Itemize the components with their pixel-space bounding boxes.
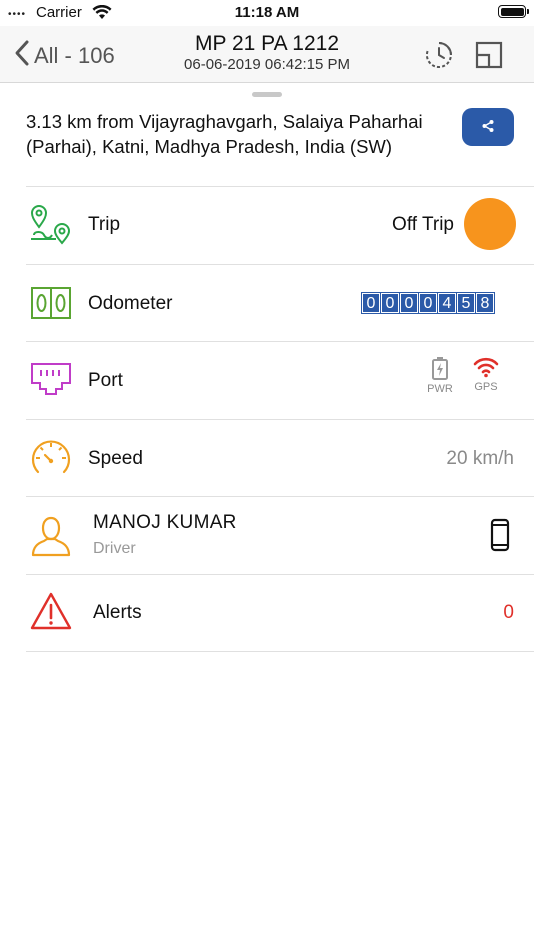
last-update-time: 06-06-2019 06:42:15 PM (184, 56, 350, 73)
trip-label: Trip (88, 214, 121, 235)
share-button[interactable] (462, 108, 514, 146)
driver-person-icon (30, 515, 72, 557)
pwr-label: PWR (427, 383, 453, 395)
pwr-indicator: PWR (420, 356, 460, 395)
odometer-digit: 0 (381, 293, 399, 313)
odometer-digit: 5 (457, 293, 475, 313)
divider (26, 651, 534, 652)
battery-icon (498, 5, 529, 18)
speedometer-icon (30, 438, 72, 480)
battery-charging-icon (431, 357, 449, 383)
drag-handle[interactable] (252, 92, 282, 97)
alerts-count: 0 (503, 602, 514, 623)
back-label: All - 106 (34, 42, 115, 68)
nav-bar: All - 106 MP 21 PA 1212 06-06-2019 06:42… (0, 26, 534, 83)
alerts-label: Alerts (93, 602, 142, 623)
phone-call-icon[interactable] (490, 518, 510, 557)
vehicle-number: MP 21 PA 1212 (195, 32, 339, 55)
ethernet-port-icon (30, 361, 72, 403)
trip-status-indicator[interactable] (464, 198, 516, 250)
driver-role: Driver (93, 540, 136, 557)
trip-row[interactable]: Trip Off Trip (0, 187, 534, 263)
odometer-digit: 8 (476, 293, 494, 313)
gps-label: GPS (474, 381, 498, 393)
odometer-label: Odometer (88, 293, 173, 314)
trip-status: Off Trip (392, 214, 454, 235)
odometer-digit: 0 (400, 293, 418, 313)
odometer-digit: 0 (362, 293, 380, 313)
odometer-reading: 0 0 0 0 4 5 8 (361, 292, 495, 314)
odometer-digit: 4 (438, 293, 456, 313)
location-address: 3.13 km from Vijayraghavgarh, Salaiya Pa… (26, 111, 423, 157)
clock-time: 11:18 AM (234, 4, 300, 21)
gps-indicator: GPS (466, 356, 506, 393)
driver-name: MANOJ KUMAR (93, 512, 237, 533)
history-clock-icon[interactable] (424, 40, 454, 70)
trip-route-icon (30, 205, 72, 247)
speed-label: Speed (88, 448, 143, 469)
status-bar: •••• Carrier 11:18 AM (0, 0, 534, 26)
back-chevron-icon (14, 39, 30, 72)
back-button[interactable]: All - 106 (14, 39, 115, 72)
alerts-row[interactable]: Alerts 0 (0, 575, 534, 651)
gps-signal-icon (473, 357, 499, 381)
speed-value: 20 km/h (446, 448, 514, 469)
share-icon (481, 119, 495, 136)
driver-row[interactable] (0, 497, 534, 573)
odometer-digit: 0 (419, 293, 437, 313)
alert-warning-icon (30, 590, 72, 632)
port-row[interactable]: Port PWR GPS (0, 342, 534, 418)
title-block: MP 21 PA 1212 06-06-2019 06:42:15 PM (150, 32, 384, 74)
odometer-icon (30, 284, 72, 326)
speed-row[interactable]: Speed 20 km/h (0, 420, 534, 496)
split-view-icon[interactable] (474, 40, 504, 70)
port-label: Port (88, 370, 123, 391)
